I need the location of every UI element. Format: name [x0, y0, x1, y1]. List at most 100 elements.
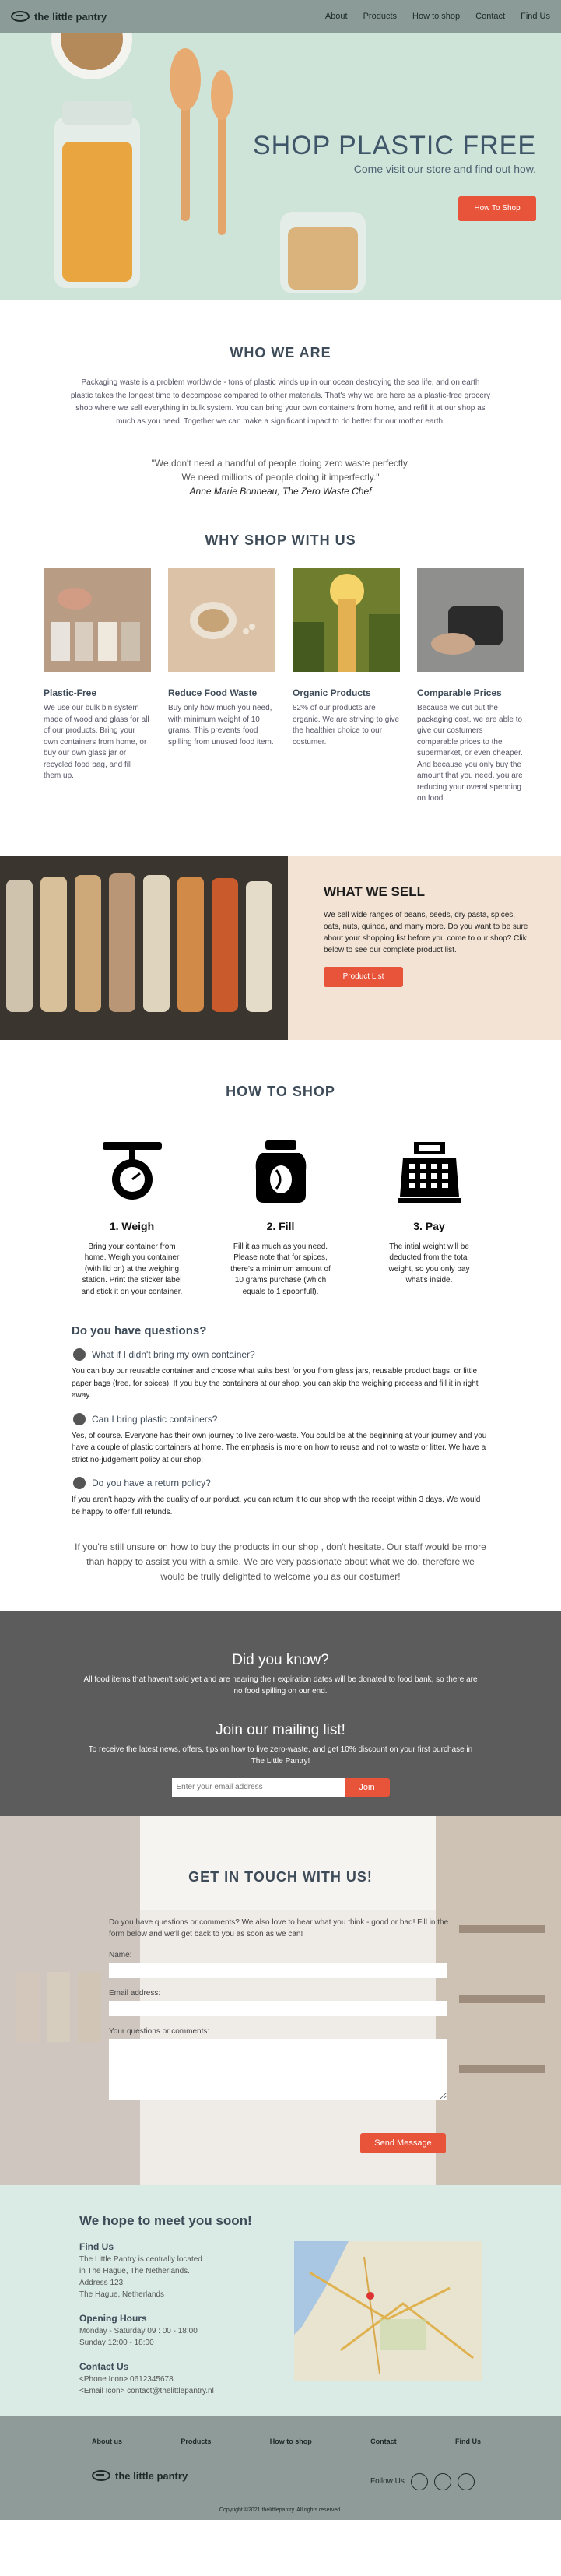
social-links: Follow Us [370, 2472, 475, 2490]
scale-icon [102, 1141, 162, 1200]
dispensers-photo [0, 856, 288, 1040]
faq-answer: If you aren't happy with the quality of … [72, 1495, 481, 1516]
bulk-bins-photo [44, 568, 151, 672]
faq-question[interactable]: What if I didn't bring my own container? [73, 1348, 489, 1361]
newsletter-section: Did you know? All food items that haven'… [0, 1611, 561, 1816]
step-title: 2. Fill [266, 1219, 295, 1232]
footer: About us Products How to shop Contact Fi… [0, 2415, 561, 2520]
nav-links: About Products How to shop Contact Find … [325, 12, 550, 21]
social-icon[interactable] [410, 2472, 428, 2490]
name-field[interactable] [109, 1962, 447, 1978]
footer-links: About us Products How to shop Contact Fi… [92, 2437, 481, 2445]
product-list-button[interactable]: Product List [324, 966, 403, 987]
faq-question-text: Can I bring plastic containers? [92, 1413, 218, 1425]
why-card-text: Because we cut out the packaging cost, w… [417, 704, 523, 803]
what-we-sell-title: WHAT WE SELL [324, 884, 425, 899]
leaf-logo-icon [92, 2470, 110, 2482]
hero-title: SHOP PLASTIC FREE [252, 131, 536, 160]
email-input[interactable] [171, 1777, 345, 1797]
why-card-title: Plastic-Free [44, 687, 97, 698]
faq-question[interactable]: Can I bring plastic containers? [73, 1412, 489, 1425]
bullet-icon [73, 1412, 86, 1425]
nav-link-find-us[interactable]: Find Us [521, 12, 550, 21]
quote: "We don't need a handful of people doing… [70, 456, 491, 498]
faq-title: Do you have questions? [72, 1324, 207, 1337]
step-title: 1. Weigh [109, 1219, 155, 1232]
faq-closing-text: If you're still unsure on how to buy the… [75, 1541, 486, 1583]
top-nav: the little pantry About Products How to … [0, 0, 561, 33]
send-message-button[interactable]: Send Message [360, 2132, 446, 2153]
contact-title: GET IN TOUCH WITH US! [188, 1868, 373, 1885]
steps: 1. Weigh Bring your container from home.… [47, 1139, 514, 1299]
social-icon[interactable] [457, 2472, 475, 2490]
mailing-list-text: To receive the latest news, offers, tips… [88, 1745, 473, 1766]
how-to-shop-button[interactable]: How To Shop [458, 196, 536, 221]
social-icon[interactable] [433, 2472, 451, 2490]
did-you-know-title: Did you know? [232, 1651, 329, 1668]
mailing-form: Join [0, 1777, 561, 1797]
why-grid: Plastic-Free We use our bulk bin system … [44, 568, 524, 805]
message-field[interactable] [109, 2038, 447, 2100]
how-to-shop-title: HOW TO SHOP [226, 1083, 335, 1099]
faq-answer: Yes, of course. Everyone has their own j… [72, 1431, 487, 1464]
footer-link-find-us[interactable]: Find Us [455, 2437, 481, 2445]
footer-link-about[interactable]: About us [92, 2437, 122, 2445]
email-label: Email address: [109, 1988, 161, 1998]
email-field[interactable] [109, 2000, 447, 2016]
why-card-plastic-free: Plastic-Free We use our bulk bin system … [44, 568, 151, 805]
bullet-icon [73, 1477, 86, 1489]
step-text: Bring your container from home. Weigh yo… [81, 1242, 183, 1296]
quote-line-2: We need millions of people doing it impe… [181, 472, 380, 483]
footer-link-products[interactable]: Products [181, 2437, 211, 2445]
faq-item: Can I bring plastic containers? Yes, of … [72, 1412, 489, 1467]
how-to-shop-section: HOW TO SHOP 1. Weigh Bring your containe… [0, 1040, 561, 1299]
nav-link-products[interactable]: Products [363, 12, 397, 21]
join-button[interactable]: Join [344, 1777, 390, 1797]
faq-section: Do you have questions? What if I didn't … [0, 1298, 561, 1585]
logo[interactable]: the little pantry [11, 11, 107, 23]
why-card-text: 82% of our products are organic. We are … [293, 704, 400, 747]
nav-link-how-to-shop[interactable]: How to shop [412, 12, 460, 21]
why-card-text: Buy only how much you need, with minimum… [168, 704, 274, 747]
jar-icon [255, 1140, 306, 1203]
why-shop-title: WHY SHOP WITH US [205, 532, 356, 548]
why-card-text: We use our bulk bin system made of wood … [44, 704, 149, 780]
why-card-title: Reduce Food Waste [168, 687, 258, 698]
brand-name: the little pantry [34, 10, 107, 23]
footer-logo[interactable]: the little pantry [92, 2470, 188, 2482]
step-text: Fill it as much as you need. Please note… [230, 1242, 331, 1296]
email-line: <Email Icon> contact@thelittlepantry.nl [79, 2386, 214, 2395]
hero-section: SHOP PLASTIC FREE Come visit our store a… [0, 0, 561, 300]
who-we-are-text: Packaging waste is a problem worldwide -… [70, 378, 491, 426]
footer-link-how-to-shop[interactable]: How to shop [270, 2437, 312, 2445]
find-us-section: We hope to meet you soon! Find Us The Li… [0, 2184, 561, 2416]
nav-link-about[interactable]: About [325, 12, 348, 21]
hero-text: SHOP PLASTIC FREE Come visit our store a… [253, 131, 536, 175]
step-weigh: 1. Weigh Bring your container from home.… [82, 1139, 183, 1299]
leaf-logo-icon [11, 11, 30, 22]
map[interactable] [294, 2240, 482, 2381]
footer-brand-name: the little pantry [115, 2469, 188, 2482]
faq-answer: You can buy our reusable container and c… [72, 1367, 479, 1400]
why-card-title: Organic Products [293, 687, 371, 698]
why-card-comparable-prices: Comparable Prices Because we cut out the… [417, 568, 524, 805]
garden-photo [293, 568, 400, 672]
copyright: Copyright ©2021 thelittlepantry. All rig… [219, 2507, 342, 2513]
faq-question[interactable]: Do you have a return policy? [73, 1477, 489, 1489]
find-us-title: We hope to meet you soon! [79, 2212, 252, 2228]
name-label: Name: [109, 1950, 132, 1959]
mailing-list-title: Join our mailing list! [216, 1721, 345, 1738]
step-pay: 3. Pay The intial weight will be deducte… [379, 1139, 480, 1299]
contact-form: GET IN TOUCH WITH US! Do you have questi… [0, 1816, 561, 2100]
why-card-title: Comparable Prices [417, 687, 502, 698]
nav-link-contact[interactable]: Contact [475, 12, 505, 21]
contact-section: GET IN TOUCH WITH US! Do you have questi… [0, 1815, 561, 2185]
faq-item: Do you have a return policy? If you aren… [72, 1477, 489, 1518]
did-you-know-text: All food items that haven't sold yet and… [83, 1675, 478, 1696]
message-label: Your questions or comments: [109, 2026, 210, 2036]
hero-subtitle: Come visit our store and find out how. [353, 163, 536, 175]
contact-text: Do you have questions or comments? We al… [109, 1917, 449, 1938]
faq-question-text: What if I didn't bring my own container? [92, 1349, 255, 1360]
footer-link-contact[interactable]: Contact [370, 2437, 397, 2445]
what-we-sell-content: WHAT WE SELL We sell wide ranges of bean… [288, 856, 561, 1040]
